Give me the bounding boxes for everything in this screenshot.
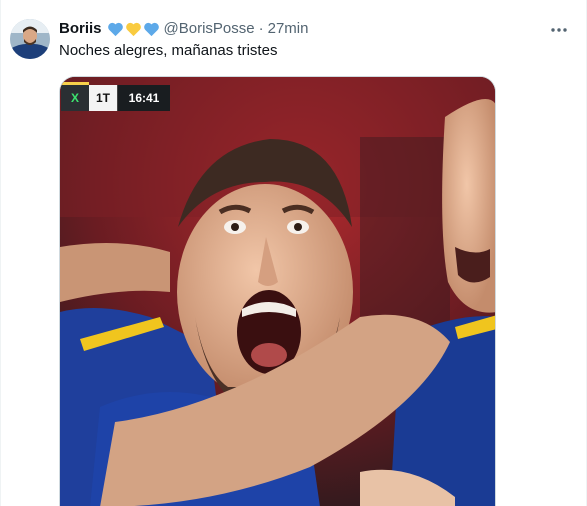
- user-handle[interactable]: @BorisPosse: [164, 19, 255, 39]
- scoreboard-clock: 16:41: [117, 85, 170, 111]
- separator-dot: ·: [258, 20, 264, 37]
- blue-heart-icon: [143, 22, 159, 37]
- media-image: [60, 77, 495, 506]
- tweet-text: Noches alegres, mañanas tristes: [59, 42, 278, 59]
- yellow-heart-icon: [125, 22, 141, 37]
- display-name[interactable]: Boriis: [59, 19, 102, 39]
- scoreboard: X 1T 16:41: [61, 82, 170, 111]
- more-options-button[interactable]: [549, 20, 569, 40]
- more-horizontal-icon: [551, 28, 567, 32]
- scoreboard-period: 1T: [89, 85, 117, 111]
- scoreboard-team: X: [61, 85, 89, 111]
- tweet-media[interactable]: X 1T 16:41: [59, 76, 496, 506]
- tweet-header: Boriis @BorisPosse · 27min: [59, 19, 308, 39]
- avatar[interactable]: [10, 19, 50, 59]
- name-emojis: [107, 21, 160, 37]
- scoreboard-accent: [61, 82, 89, 85]
- tweet-card[interactable]: Boriis @BorisPosse · 27min Noches alegre…: [0, 0, 587, 506]
- timestamp[interactable]: 27min: [268, 19, 309, 39]
- blue-heart-icon: [107, 22, 123, 37]
